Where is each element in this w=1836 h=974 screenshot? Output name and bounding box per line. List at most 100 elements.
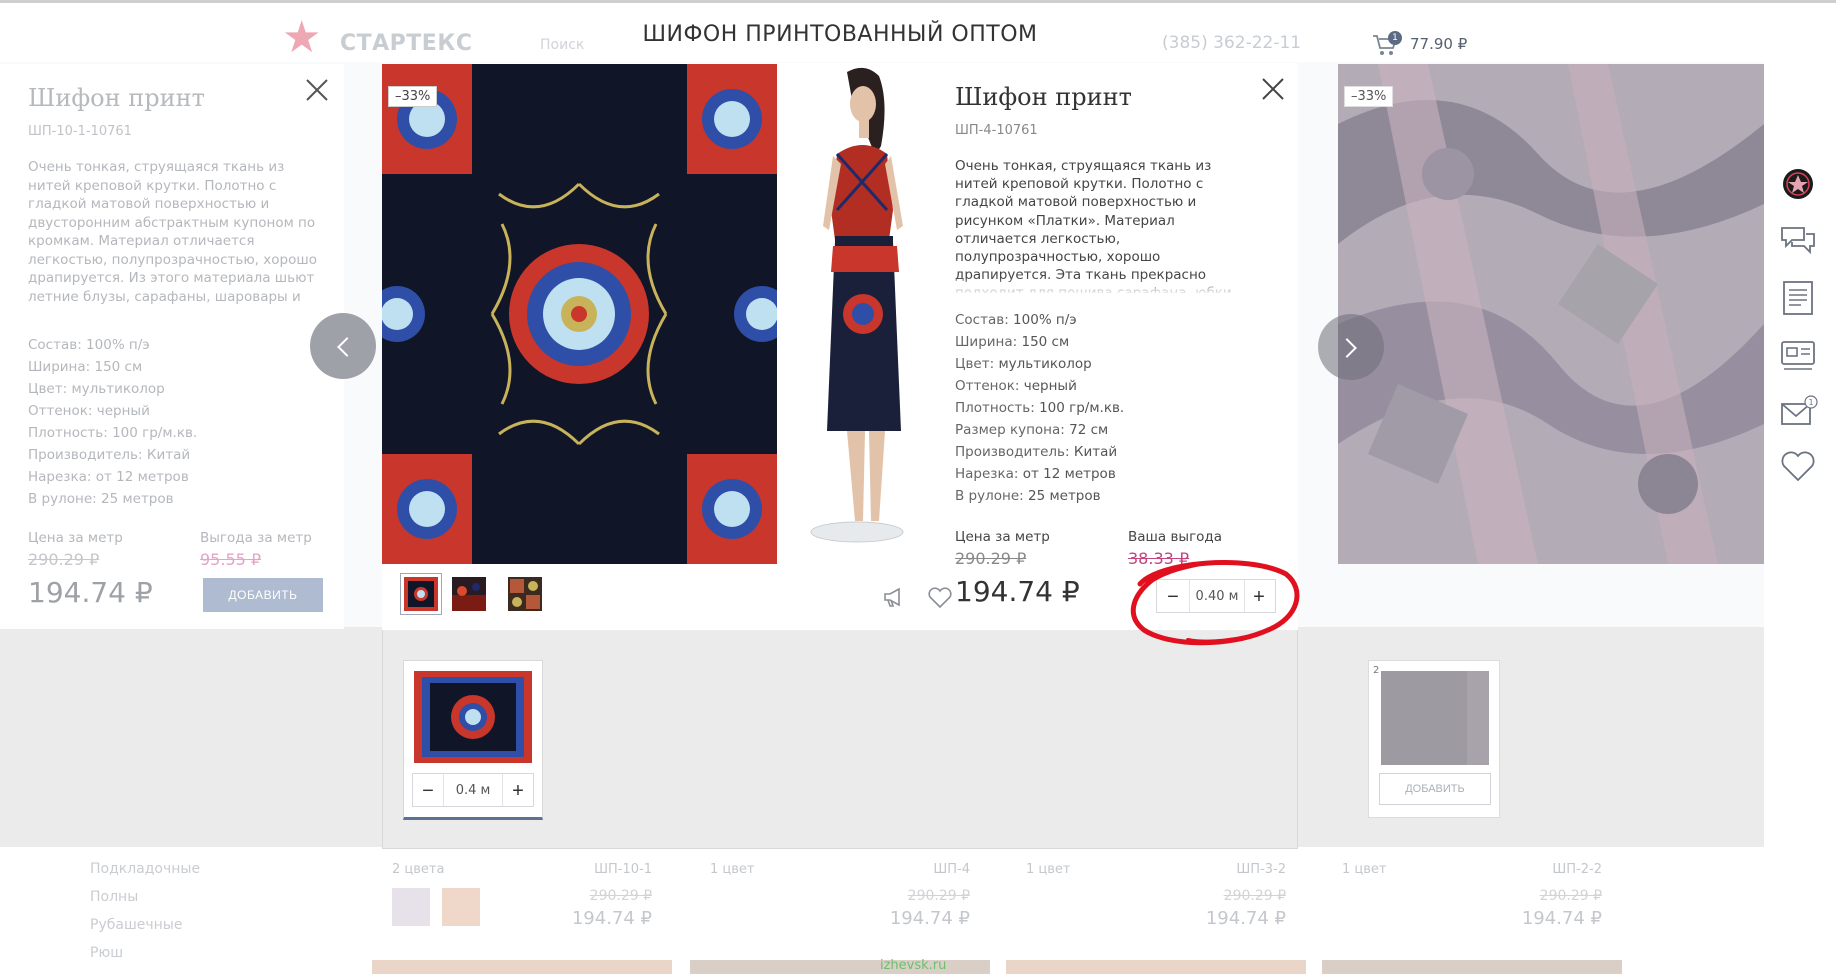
card-image-strip xyxy=(372,960,672,974)
card-colors: 2 цвета xyxy=(392,862,445,877)
favorites-heart-icon[interactable] xyxy=(1778,446,1818,486)
scarf-print-image xyxy=(414,671,532,763)
selection-count: 2 xyxy=(1373,665,1380,676)
paisley-fabric-image xyxy=(1338,64,1764,564)
card-sku: ШП-4 xyxy=(933,862,970,877)
spec-row: В рулоне: 25 метров xyxy=(28,491,174,507)
selection-image-overlay xyxy=(1381,671,1467,765)
card-price: 194.74 ₽ xyxy=(1205,908,1286,929)
spec-row: Размер купона: 72 см xyxy=(955,422,1109,438)
product-card[interactable]: 1 цвет ШП-4 290.29 ₽ 194.74 ₽ xyxy=(690,852,990,942)
thumbnail-detail[interactable] xyxy=(448,573,490,615)
current-price: 194.74 ₽ xyxy=(955,575,1080,608)
menu-item[interactable]: Рюш xyxy=(90,939,200,967)
card-colors: 1 цвет xyxy=(1342,862,1387,877)
product-details: Шифон принт ШП-4-10761 Очень тонкая, стр… xyxy=(955,63,1285,630)
card-image-strip xyxy=(1322,960,1622,974)
heart-icon[interactable] xyxy=(927,586,953,610)
prev-product-panel: Шифон принт ШП-10-1-10761 Очень тонкая, … xyxy=(0,64,344,629)
spec-row: Плотность: 100 гр/м.кв. xyxy=(955,400,1125,416)
product-description: Очень тонкая, струящаяся ткань из нитей … xyxy=(955,158,1232,293)
quantity-input[interactable] xyxy=(443,774,503,806)
card-image-strip xyxy=(1006,960,1306,974)
card-colors: 1 цвет xyxy=(710,862,755,877)
category-menu: Подкладочные Полны Рубашечные Рюш xyxy=(90,855,200,967)
add-to-cart-button[interactable]: ДОБАВИТЬ xyxy=(203,578,323,612)
price-label: Цена за метр xyxy=(955,529,1050,545)
product-title: Шифон принт xyxy=(955,83,1132,111)
mannequin-image[interactable] xyxy=(777,64,939,564)
discount-badge: –33% xyxy=(1344,86,1394,107)
id-card-icon[interactable] xyxy=(1778,334,1818,374)
card-price: 194.74 ₽ xyxy=(1521,908,1602,929)
main-product-image[interactable]: –33% xyxy=(382,64,777,564)
decrease-quantity-button[interactable]: − xyxy=(413,774,443,806)
thumbnail-image xyxy=(404,577,438,611)
product-description: Очень тонкая, струящаяся ткань из нитей … xyxy=(28,159,317,308)
spec-row: Состав: 100% п/э xyxy=(955,312,1077,328)
product-specs: Состав: 100% п/э Ширина: 150 см Цвет: му… xyxy=(955,309,1124,507)
product-specs: Состав: 100% п/э Ширина: 150 см Цвет: му… xyxy=(28,334,197,510)
spec-row: В рулоне: 25 метров xyxy=(955,488,1101,504)
selected-item-image xyxy=(414,671,532,763)
spec-row: Производитель: Китай xyxy=(28,447,191,463)
spec-row: Ширина: 150 см xyxy=(28,359,143,375)
color-swatch[interactable] xyxy=(442,888,480,926)
svg-text:1: 1 xyxy=(1808,398,1813,407)
benefit-value: 95.55 ₽ xyxy=(200,550,262,569)
next-selection-card: 2 ДОБАВИТЬ xyxy=(1368,660,1500,818)
product-sku: ШП-10-1-10761 xyxy=(28,124,132,139)
benefit-label: Выгода за метр xyxy=(200,530,312,546)
chat-icon[interactable] xyxy=(1778,220,1818,260)
close-icon[interactable] xyxy=(303,76,331,104)
thumbnail-image xyxy=(452,577,486,611)
mail-icon[interactable]: 1 xyxy=(1778,392,1818,432)
product-title: Шифон принт xyxy=(28,84,205,112)
brand-logo-icon[interactable] xyxy=(1778,164,1818,204)
card-sku: ШП-3-2 xyxy=(1236,862,1286,877)
thumbnail-pattern[interactable] xyxy=(504,573,546,615)
price-label: Цена за метр xyxy=(28,530,123,546)
menu-item[interactable]: Полны xyxy=(90,883,200,911)
product-quickview-modal: –33% Шифон принт ШП-4-10761 Очень тонкая… xyxy=(382,63,1298,849)
scarf-print-image xyxy=(382,64,777,564)
card-old-price: 290.29 ₽ xyxy=(589,888,652,904)
color-swatch[interactable] xyxy=(392,888,430,926)
highlight-annotation xyxy=(1130,560,1300,646)
add-to-cart-button[interactable]: ДОБАВИТЬ xyxy=(1379,773,1491,805)
current-price: 194.74 ₽ xyxy=(28,576,153,609)
spec-row: Цвет: мультиколор xyxy=(28,381,165,397)
increase-quantity-button[interactable]: + xyxy=(503,774,533,806)
spec-row: Нарезка: от 12 метров xyxy=(28,469,189,485)
product-card[interactable]: 2 цвета ШП-10-1 290.29 ₽ 194.74 ₽ xyxy=(372,852,672,942)
selected-item-card: − + xyxy=(403,660,543,820)
spec-row: Нарезка: от 12 метров xyxy=(955,466,1116,482)
menu-item[interactable]: Подкладочные xyxy=(90,855,200,883)
product-card[interactable]: 1 цвет ШП-2-2 290.29 ₽ 194.74 ₽ xyxy=(1322,852,1622,942)
product-card[interactable]: 1 цвет ШП-3-2 290.29 ₽ 194.74 ₽ xyxy=(1006,852,1306,942)
discount-badge: –33% xyxy=(388,86,438,107)
page-title: ШИФОН ПРИНТОВАННЫЙ ОПТОМ xyxy=(642,22,1038,47)
document-icon[interactable] xyxy=(1778,278,1818,318)
spec-row: Плотность: 100 гр/м.кв. xyxy=(28,425,198,441)
benefit-label: Ваша выгода xyxy=(1128,529,1223,545)
old-price: 290.29 ₽ xyxy=(28,550,100,569)
watermark: izhevsk.ru xyxy=(880,958,947,973)
card-old-price: 290.29 ₽ xyxy=(1223,888,1286,904)
card-old-price: 290.29 ₽ xyxy=(1539,888,1602,904)
close-icon[interactable] xyxy=(1259,75,1287,103)
old-price: 290.29 ₽ xyxy=(955,549,1027,568)
card-price: 194.74 ₽ xyxy=(571,908,652,929)
menu-item[interactable]: Рубашечные xyxy=(90,911,200,939)
megaphone-icon[interactable] xyxy=(882,585,906,609)
card-colors: 1 цвет xyxy=(1026,862,1071,877)
prev-product-arrow[interactable] xyxy=(310,313,376,379)
card-sku: ШП-2-2 xyxy=(1552,862,1602,877)
next-product-panel: –33% xyxy=(1338,64,1764,564)
description-fade xyxy=(955,277,1245,295)
thumbnail-scarf[interactable] xyxy=(400,573,442,615)
spec-row: Оттенок: черный xyxy=(955,378,1077,394)
product-sku: ШП-4-10761 xyxy=(955,123,1038,138)
next-product-arrow[interactable] xyxy=(1318,314,1384,380)
card-old-price: 290.29 ₽ xyxy=(907,888,970,904)
